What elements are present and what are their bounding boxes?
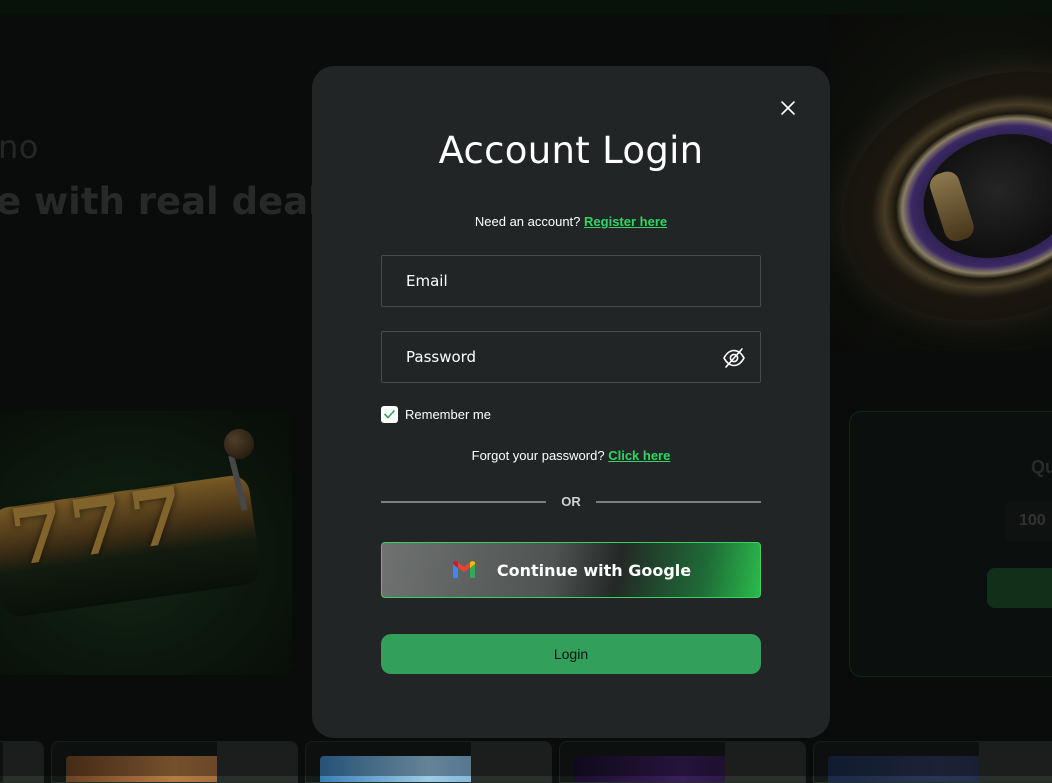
register-prompt-line: Need an account? Register here <box>312 214 830 229</box>
email-placeholder: Email <box>406 272 448 290</box>
register-link[interactable]: Register here <box>584 214 667 229</box>
eye-off-icon[interactable] <box>722 347 746 369</box>
checkbox-box[interactable] <box>381 406 398 423</box>
gmail-icon <box>452 561 475 578</box>
close-icon <box>781 101 795 115</box>
remember-me-checkbox[interactable]: Remember me <box>381 406 491 423</box>
close-button[interactable] <box>776 96 800 120</box>
google-login-button[interactable]: Continue with Google <box>381 542 761 598</box>
register-prompt: Need an account? <box>474 214 581 229</box>
modal-title: Account Login <box>438 129 704 172</box>
login-modal: Account Login Need an account? Register … <box>312 66 830 738</box>
password-field[interactable]: Password <box>381 331 761 383</box>
check-icon <box>384 410 395 419</box>
forgot-password-line: Forgot your password? Click here <box>312 448 830 463</box>
forgot-prompt: Forgot your password? <box>471 448 605 463</box>
email-field[interactable]: Email <box>381 255 761 307</box>
divider-line-right <box>596 501 761 503</box>
password-placeholder: Password <box>406 348 477 366</box>
login-button[interactable]: Login <box>381 634 761 674</box>
or-divider: OR <box>381 492 761 512</box>
remember-me-label: Remember me <box>405 407 491 422</box>
google-login-label: Continue with Google <box>496 560 692 580</box>
forgot-password-link[interactable]: Click here <box>608 448 670 463</box>
